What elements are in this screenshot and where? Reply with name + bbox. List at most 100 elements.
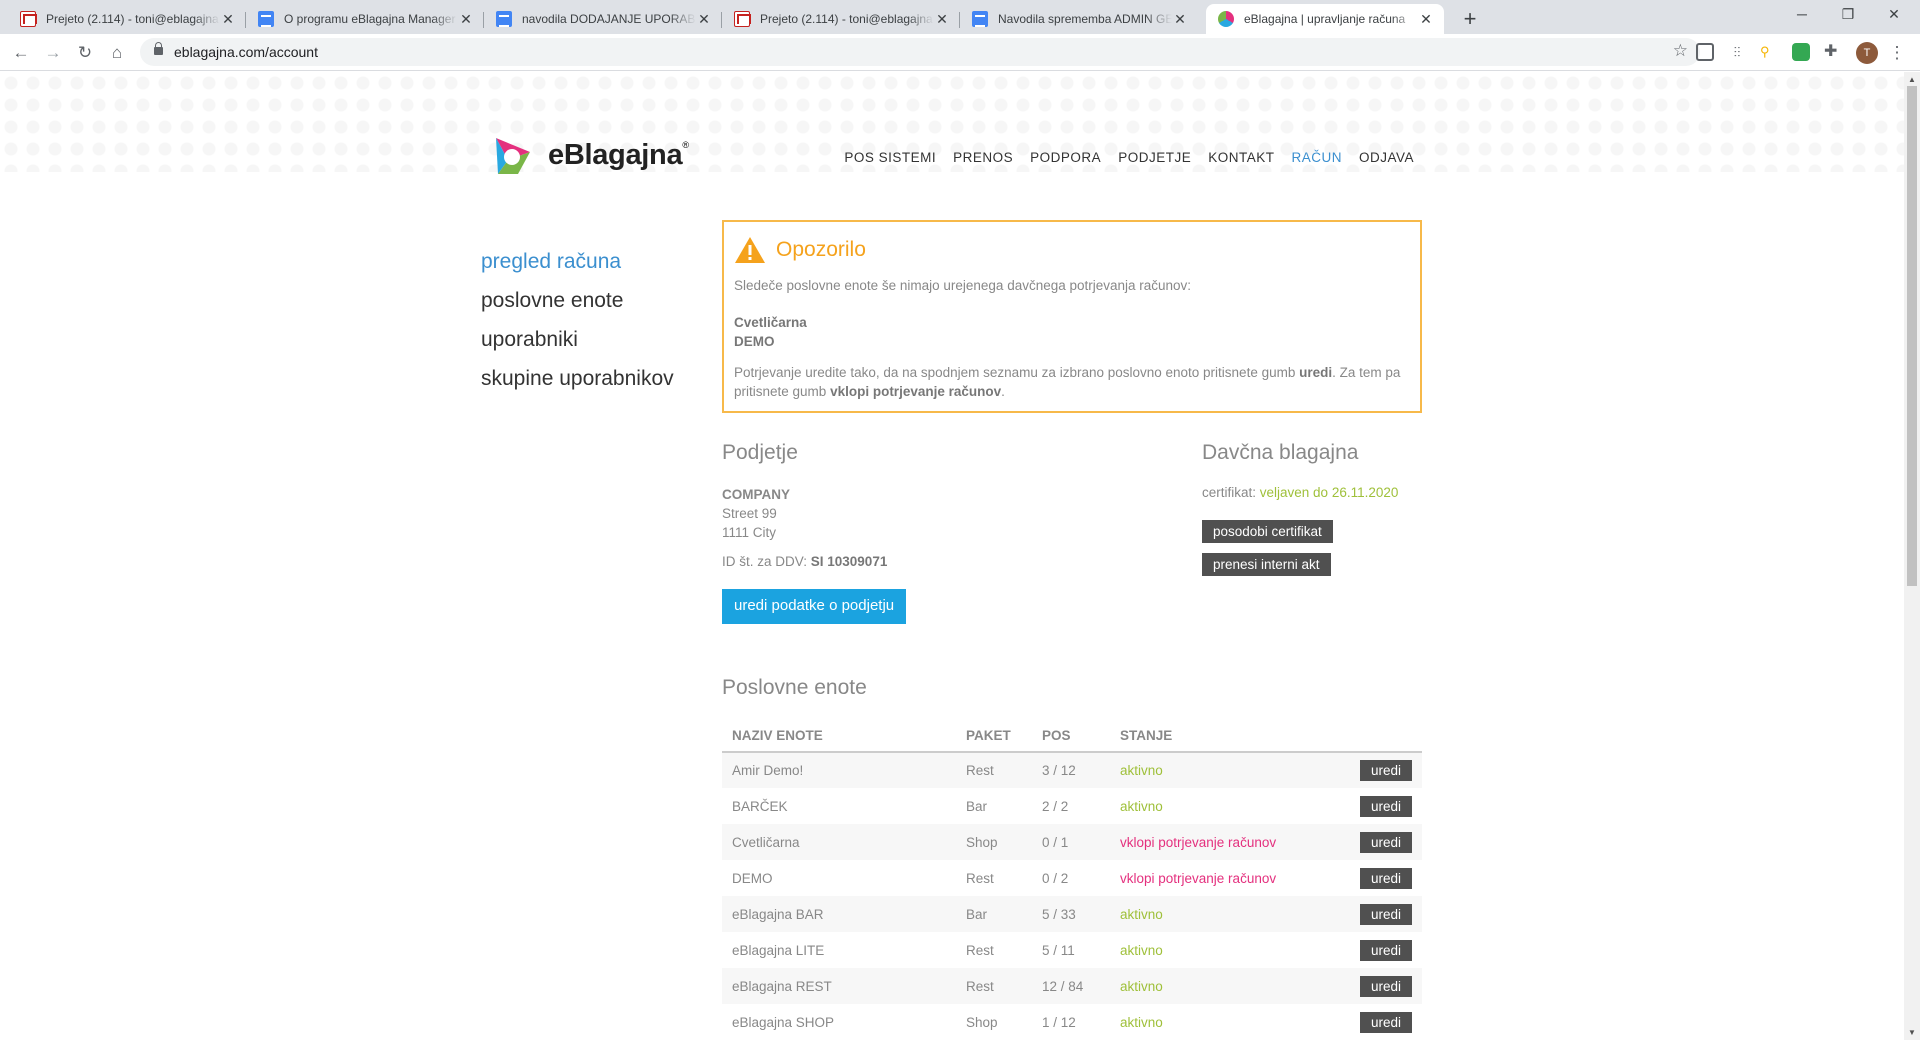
menu-kebab-icon[interactable]: ⋮ [1884, 40, 1910, 66]
edit-company-button[interactable]: uredi podatke o podjetju [722, 589, 907, 624]
scrollbar-thumb[interactable] [1907, 86, 1917, 586]
unit-status: aktivno [1120, 906, 1163, 922]
browser-tab[interactable]: Prejeto (2.114) - toni@eblagajna. ✕ [8, 4, 246, 34]
alert-instructions-bold: vklopi potrjevanje računov [830, 384, 1002, 399]
close-icon[interactable]: ✕ [1172, 11, 1188, 28]
unit-package: Rest [966, 978, 994, 994]
tab-title: Navodila sprememba ADMIN GESLA [998, 12, 1172, 26]
column-header: PAKET [956, 720, 1032, 753]
key-extension-icon[interactable]: ⚲ [1760, 43, 1778, 61]
unit-status: vklopi potrjevanje računov [1120, 870, 1277, 886]
shield-extension-icon[interactable] [1792, 43, 1810, 61]
browser-toolbar: ← → ↻ ⌂ eblagajna.com/account ☆ ⫶⫶ ⚲ ✚ T… [0, 34, 1920, 71]
nav-kontakt[interactable]: KONTAKT [1208, 150, 1274, 165]
lock-icon[interactable] [154, 42, 163, 57]
web-page: eBlagajna ® POS SISTEMI PRENOS PODPORA P… [0, 72, 1904, 1040]
unit-package: Rest [966, 870, 994, 886]
puzzle-icon[interactable]: ✚ [1824, 43, 1842, 61]
browser-tab[interactable]: Navodila sprememba ADMIN GESLA ✕ [960, 4, 1198, 34]
unit-status: aktivno [1120, 978, 1163, 994]
bookmark-star-icon[interactable]: ☆ [1673, 41, 1688, 61]
close-icon[interactable]: ✕ [220, 11, 236, 28]
edit-unit-button[interactable]: uredi [1359, 939, 1412, 961]
profile-avatar[interactable]: T [1856, 42, 1878, 64]
restore-icon[interactable]: ❐ [1825, 0, 1871, 30]
edit-unit-button[interactable]: uredi [1359, 867, 1412, 889]
edit-unit-button[interactable]: uredi [1359, 975, 1412, 997]
edit-unit-button[interactable]: uredi [1359, 831, 1412, 853]
alert-title: Opozorilo [776, 238, 866, 261]
transfer-internal-act-button[interactable]: prenesi interni akt [1202, 553, 1331, 576]
unit-name: eBlagajna SHOP [732, 1014, 835, 1030]
tab-title: navodila DODAJANJE UPORABNIKOV [522, 12, 696, 26]
unit-actions: uredi [1342, 896, 1422, 932]
eblagajna-logo-icon [496, 138, 530, 174]
close-icon[interactable]: ✕ [934, 11, 950, 28]
close-icon[interactable]: ✕ [696, 11, 712, 28]
unit-name: DEMO [732, 870, 773, 886]
site-logo[interactable]: eBlagajna ® [488, 130, 689, 180]
table-row: eBlagajna BAR Bar 5 / 33 aktivno uredi [722, 896, 1422, 932]
side-menu-poslovne-enote[interactable]: poslovne enote [481, 281, 674, 320]
table-row: eBlagajna SHOP Shop 1 / 12 aktivno uredi [722, 1004, 1422, 1040]
browser-tab[interactable]: Prejeto (2.114) - toni@eblagajna. ✕ [722, 4, 960, 34]
back-icon[interactable]: ← [8, 40, 34, 66]
table-row: eBlagajna REST Rest 12 / 84 aktivno uredi [722, 968, 1422, 1004]
business-units-section: Poslovne enote NAZIV ENOTE PAKET POS STA… [722, 676, 1422, 1040]
unit-pos: 12 / 84 [1042, 978, 1084, 994]
unit-package: Shop [966, 1014, 998, 1030]
vat-value: SI 10309071 [810, 554, 888, 569]
equalizer-extension-icon[interactable]: ⫶⫶ [1728, 43, 1746, 61]
fiscal-heading: Davčna blagajna [1202, 441, 1359, 464]
browser-tab[interactable]: O programu eBlagajna Manager ✕ [246, 4, 484, 34]
window-close-icon[interactable]: ✕ [1871, 0, 1917, 30]
certificate-validity: veljaven do 26.11.2020 [1259, 485, 1399, 500]
nav-racun[interactable]: RAČUN [1291, 150, 1342, 165]
new-tab-button[interactable]: + [1456, 6, 1484, 32]
alert-unit: Cvetličarna [734, 315, 807, 330]
tab-title: Prejeto (2.114) - toni@eblagajna. [760, 12, 934, 26]
side-menu-skupine-uporabnikov[interactable]: skupine uporabnikov [481, 359, 674, 398]
unit-actions: uredi [1342, 788, 1422, 824]
certificate-status: certifikat: veljaven do 26.11.2020 [1202, 485, 1422, 500]
scroll-down-icon[interactable]: ▼ [1908, 1028, 1916, 1037]
home-icon[interactable]: ⌂ [104, 40, 130, 66]
side-menu-uporabniki[interactable]: uporabniki [481, 320, 674, 359]
minimize-icon[interactable]: ─ [1779, 0, 1825, 30]
tab-title: O programu eBlagajna Manager [284, 12, 456, 26]
unit-actions: uredi [1342, 1004, 1422, 1040]
url-text: eblagajna.com/account [174, 44, 318, 60]
edit-unit-button[interactable]: uredi [1359, 795, 1412, 817]
company-street: Street 99 [722, 506, 777, 521]
nav-pos-sistemi[interactable]: POS SISTEMI [844, 150, 936, 165]
table-row: Amir Demo! Rest 3 / 12 aktivno uredi [722, 752, 1422, 788]
gmail-icon [734, 11, 751, 27]
edit-unit-button[interactable]: uredi [1359, 903, 1412, 925]
update-certificate-button[interactable]: posodobi certifikat [1202, 520, 1333, 543]
docs-icon [496, 11, 512, 27]
reload-icon[interactable]: ↻ [72, 40, 98, 66]
forward-icon[interactable]: → [40, 40, 66, 66]
warning-alert: Opozorilo Sledeče poslovne enote še nima… [722, 220, 1422, 413]
nav-podpora[interactable]: PODPORA [1030, 150, 1101, 165]
logo-registered-mark: ® [682, 140, 689, 150]
side-menu-pregled-racuna[interactable]: pregled računa [481, 242, 674, 281]
address-bar[interactable]: eblagajna.com/account ☆ [140, 38, 1700, 66]
extension-icon[interactable] [1696, 43, 1714, 61]
scroll-up-icon[interactable]: ▲ [1908, 75, 1916, 84]
browser-tab-active[interactable]: eBlagajna | upravljanje računa ✕ [1206, 4, 1444, 34]
unit-status: aktivno [1120, 763, 1163, 778]
browser-tab[interactable]: navodila DODAJANJE UPORABNIKOV ✕ [484, 4, 722, 34]
close-icon[interactable]: ✕ [1418, 11, 1434, 28]
page-scrollbar[interactable]: ▲ ▼ [1904, 72, 1920, 1040]
business-units-rows: Amir Demo! Rest 3 / 12 aktivno uredi BARČEK Ba… [722, 752, 1422, 1040]
tab-title: Prejeto (2.114) - toni@eblagajna. [46, 12, 220, 26]
close-icon[interactable]: ✕ [458, 11, 474, 28]
edit-unit-button[interactable]: uredi [1359, 1011, 1412, 1033]
nav-podjetje[interactable]: PODJETJE [1118, 150, 1191, 165]
table-row: eBlagajna LITE Rest 5 / 11 aktivno uredi [722, 932, 1422, 968]
nav-prenos[interactable]: PRENOS [953, 150, 1013, 165]
nav-odjava[interactable]: ODJAVA [1359, 150, 1414, 165]
edit-unit-button[interactable]: uredi [1359, 760, 1412, 781]
main-nav: POS SISTEMI PRENOS PODPORA PODJETJE KONT… [844, 150, 1414, 165]
